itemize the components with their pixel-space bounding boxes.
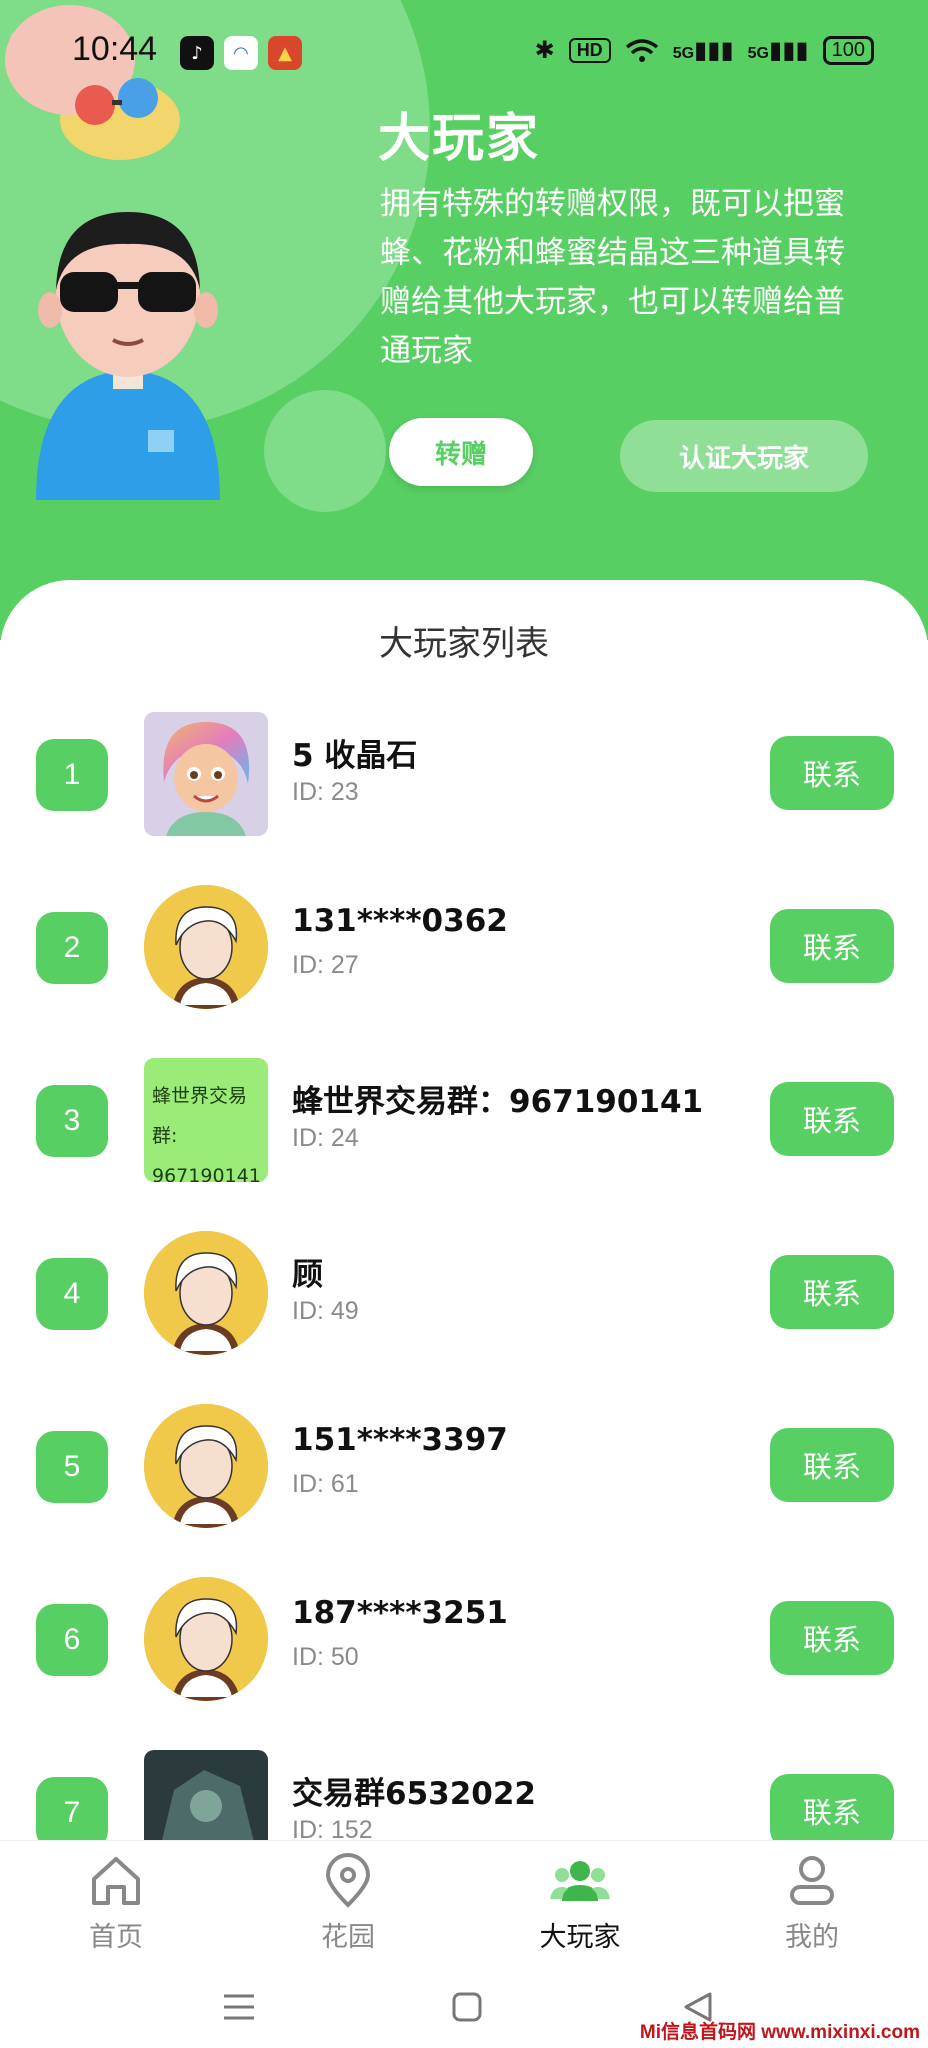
hero-description: 拥有特殊的转赠权限，既可以把蜜蜂、花粉和蜂蜜结晶这三种道具转赠给其他大玩家，也可… [380, 186, 845, 369]
list-item: 2 131****0362 ID: 27 联系 [0, 879, 928, 1009]
avatar [144, 1577, 268, 1701]
player-name: 131****0362 [292, 903, 508, 939]
player-name: 蜂世界交易群：967190141 [292, 1084, 704, 1120]
dark-robot-avatar-icon [144, 1750, 268, 1840]
default-avatar-icon [144, 1404, 268, 1528]
contact-button[interactable]: 联系 [770, 1255, 894, 1329]
gift-button[interactable]: 转赠 [389, 418, 533, 486]
player-id: ID: 61 [292, 1470, 359, 1498]
status-indicators: ✱ HD 5G▮▮▮ 5G▮▮▮ 100 [535, 36, 874, 65]
rank-badge: 2 [36, 912, 108, 984]
player-id: ID: 50 [292, 1643, 359, 1671]
default-avatar-icon [144, 1577, 268, 1701]
avatar [144, 712, 268, 836]
player-mascot-illustration [36, 212, 220, 500]
nav-item-me[interactable]: 我的 [696, 1841, 928, 1958]
nav-item-garden[interactable]: 花园 [232, 1841, 464, 1958]
signal-5g-icon: 5G▮▮▮ [672, 37, 734, 64]
contact-button[interactable]: 联系 [770, 909, 894, 983]
hero-title: 大玩家 [378, 109, 541, 169]
header-banner: 10:44 ♪ ◠ ▲ ✱ HD 5G▮▮▮ 5G▮▮▮ 100 大玩家 拥有特… [0, 0, 928, 640]
player-name: 5 收晶石 [292, 738, 418, 774]
rank-badge: 4 [36, 1258, 108, 1330]
rank-badge: 7 [36, 1777, 108, 1840]
contact-button[interactable]: 联系 [770, 1428, 894, 1502]
status-bar: 10:44 ♪ ◠ ▲ ✱ HD 5G▮▮▮ 5G▮▮▮ 100 [0, 0, 928, 108]
player-id: ID: 49 [292, 1297, 359, 1325]
player-name: 顾 [292, 1257, 323, 1293]
bluetooth-icon: ✱ [534, 37, 555, 64]
wifi-icon [625, 38, 658, 62]
default-avatar-icon [144, 1231, 268, 1355]
battery-icon: 100 [822, 36, 874, 65]
list-title: 大玩家列表 [379, 624, 549, 664]
player-name: 187****3251 [292, 1595, 508, 1631]
decor-circle-small [264, 390, 386, 512]
rank-badge: 3 [36, 1085, 108, 1157]
avatar: 蜂世界交易群: 967190141 [144, 1058, 268, 1182]
cartoon-girl-avatar-icon [144, 712, 268, 836]
menu-icon[interactable] [222, 1992, 256, 2022]
avatar [144, 1750, 268, 1840]
avatar [144, 885, 268, 1009]
home-icon [92, 1857, 140, 1905]
list-item: 4 顾 ID: 49 联系 [0, 1225, 928, 1355]
watermark: Mi信息首码网 www.mixinxi.com [639, 2022, 920, 2043]
contact-button[interactable]: 联系 [770, 1082, 894, 1156]
contact-button[interactable]: 联系 [770, 1774, 894, 1840]
verify-player-button[interactable]: 认证大玩家 [620, 420, 868, 492]
home-square-icon[interactable] [452, 1992, 482, 2022]
location-pin-icon [325, 1853, 371, 1908]
nav-item-players[interactable]: 大玩家 [464, 1841, 696, 1958]
app-icon-red: ▲ [268, 36, 302, 70]
nav-label-me: 我的 [785, 1922, 839, 1953]
nav-label-garden: 花园 [321, 1922, 375, 1953]
system-navigation-bar: Mi信息首码网 www.mixinxi.com [0, 1958, 928, 2048]
player-id: ID: 23 [292, 778, 359, 806]
tiktok-icon: ♪ [180, 36, 214, 70]
player-id: ID: 152 [292, 1816, 373, 1840]
bottom-navigation: 首页 花园 大玩家 我的 [0, 1840, 928, 1958]
text-avatar: 蜂世界交易群: 967190141 [144, 1058, 268, 1182]
list-item: 3 蜂世界交易群: 967190141 蜂世界交易群：967190141 ID:… [0, 1052, 928, 1182]
rank-badge: 1 [36, 739, 108, 811]
contact-button[interactable]: 联系 [770, 1601, 894, 1675]
rank-badge: 6 [36, 1604, 108, 1676]
player-id: ID: 27 [292, 951, 359, 979]
nav-item-home[interactable]: 首页 [0, 1841, 232, 1958]
players-icon [550, 1861, 610, 1901]
nav-label-home: 首页 [89, 1922, 143, 1953]
rank-badge: 5 [36, 1431, 108, 1503]
list-item: 5 151****3397 ID: 61 联系 [0, 1398, 928, 1528]
avatar [144, 1404, 268, 1528]
hd-icon: HD [568, 38, 611, 63]
player-list-card: 大玩家列表 1 5 收晶石 ID: 23 联系 2 131****0362 ID… [0, 580, 928, 1840]
signal-5g-icon-2: 5G▮▮▮ [747, 37, 809, 64]
user-icon [790, 1856, 834, 1905]
player-name: 交易群6532022 [292, 1776, 536, 1812]
contact-button[interactable]: 联系 [770, 736, 894, 810]
list-item: 7 交易群6532022 ID: 152 联系 [0, 1744, 928, 1840]
list-item: 1 5 收晶石 ID: 23 联系 [0, 706, 928, 836]
player-id: ID: 24 [292, 1124, 359, 1152]
app-icon-blue: ◠ [224, 36, 258, 70]
list-item: 6 187****3251 ID: 50 联系 [0, 1571, 928, 1701]
default-avatar-icon [144, 885, 268, 1009]
player-name: 151****3397 [292, 1422, 508, 1458]
status-time: 10:44 [72, 30, 158, 68]
nav-label-players: 大玩家 [539, 1922, 621, 1953]
avatar [144, 1231, 268, 1355]
